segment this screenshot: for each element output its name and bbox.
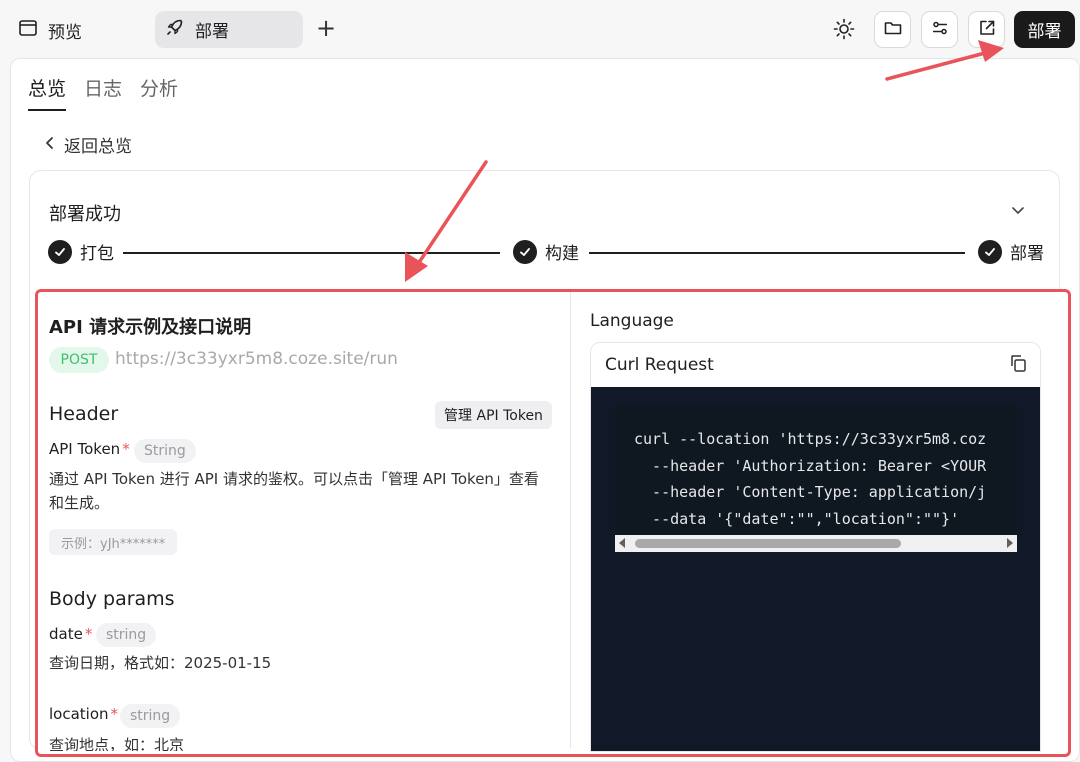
code-text: curl --location 'https://3c33yxr5m8.coz … bbox=[634, 430, 987, 528]
rocket-icon bbox=[165, 17, 185, 42]
external-link-icon bbox=[977, 18, 997, 42]
header-heading: Header bbox=[49, 403, 119, 425]
language-label: Language bbox=[590, 311, 674, 331]
back-to-overview-link[interactable]: 返回总览 bbox=[44, 132, 132, 157]
tab-analytics[interactable]: 分析 bbox=[140, 74, 178, 111]
required-marker: * bbox=[84, 625, 93, 643]
param-name: date * bbox=[49, 625, 93, 643]
param-description: 查询地点，如：北京 bbox=[49, 736, 185, 751]
code-card-header: Curl Request bbox=[591, 343, 1040, 387]
folder-button[interactable] bbox=[874, 11, 911, 48]
folder-icon bbox=[883, 18, 903, 42]
copy-icon[interactable] bbox=[1008, 353, 1028, 378]
sun-icon[interactable] bbox=[831, 16, 857, 42]
horizontal-scrollbar[interactable] bbox=[615, 535, 1017, 552]
tab-overview[interactable]: 总览 bbox=[28, 74, 67, 111]
add-tab-button[interactable]: + bbox=[313, 16, 339, 42]
check-icon bbox=[978, 239, 1002, 264]
example-value: 示例：yJh******* bbox=[49, 529, 178, 555]
step-connector bbox=[123, 252, 500, 254]
param-description: 通过 API Token 进行 API 请求的鉴权。可以点击「管理 API To… bbox=[49, 470, 539, 512]
endpoint-url: https://3c33yxr5m8.coze.site/run bbox=[115, 349, 398, 369]
check-icon bbox=[48, 239, 72, 264]
view-tabs: 总览 日志 分析 bbox=[28, 74, 178, 111]
step-build: 构建 bbox=[513, 239, 579, 264]
required-marker: * bbox=[110, 705, 119, 723]
top-bar: 预览 部署 + 部署 bbox=[0, 0, 1080, 58]
method-badge: POST bbox=[49, 347, 109, 373]
param-description: 查询日期，格式如：2025-01-15 bbox=[49, 654, 272, 672]
scrollbar-thumb[interactable] bbox=[635, 539, 901, 548]
deploy-tab-label: 部署 bbox=[195, 22, 229, 42]
manage-api-token-button[interactable]: 管理 API Token bbox=[435, 401, 552, 429]
chevron-down-icon[interactable] bbox=[1008, 200, 1028, 220]
step-label: 构建 bbox=[545, 244, 579, 264]
check-icon bbox=[513, 239, 537, 264]
settings-button[interactable] bbox=[921, 11, 958, 48]
param-name: API Token * bbox=[49, 440, 130, 458]
preview-icon bbox=[18, 18, 38, 43]
open-external-button[interactable] bbox=[968, 11, 1005, 48]
step-deploy: 部署 bbox=[978, 239, 1044, 264]
column-divider bbox=[570, 292, 571, 748]
settings-sliders-icon bbox=[930, 18, 950, 42]
preview-tab-label: 预览 bbox=[48, 22, 82, 43]
deploy-status-title: 部署成功 bbox=[49, 204, 121, 225]
code-body: curl --location 'https://3c33yxr5m8.coz … bbox=[591, 387, 1040, 751]
deploy-tab[interactable]: 部署 bbox=[155, 11, 303, 48]
step-connector bbox=[589, 252, 965, 254]
api-section-title: API 请求示例及接口说明 bbox=[49, 317, 252, 338]
code-block[interactable]: curl --location 'https://3c33yxr5m8.coz … bbox=[615, 406, 1017, 552]
step-label: 打包 bbox=[80, 244, 114, 264]
preview-tab[interactable]: 预览 bbox=[18, 14, 82, 46]
step-package: 打包 bbox=[48, 239, 114, 264]
back-label: 返回总览 bbox=[64, 137, 132, 157]
body-params-heading: Body params bbox=[49, 588, 175, 610]
scroll-left-arrow-icon[interactable] bbox=[619, 538, 625, 548]
type-badge: string bbox=[120, 704, 181, 728]
chevron-left-icon bbox=[44, 135, 56, 155]
code-card: Curl Request curl --location 'https://3c… bbox=[590, 342, 1041, 752]
request-type-label: Curl Request bbox=[605, 355, 714, 375]
scroll-right-arrow-icon[interactable] bbox=[1007, 538, 1013, 548]
tab-logs[interactable]: 日志 bbox=[84, 74, 122, 111]
type-badge: String bbox=[134, 439, 196, 463]
deploy-button[interactable]: 部署 bbox=[1014, 11, 1075, 48]
param-name: location * bbox=[49, 705, 119, 723]
type-badge: string bbox=[96, 623, 157, 647]
step-label: 部署 bbox=[1010, 244, 1044, 264]
required-marker: * bbox=[122, 440, 130, 458]
